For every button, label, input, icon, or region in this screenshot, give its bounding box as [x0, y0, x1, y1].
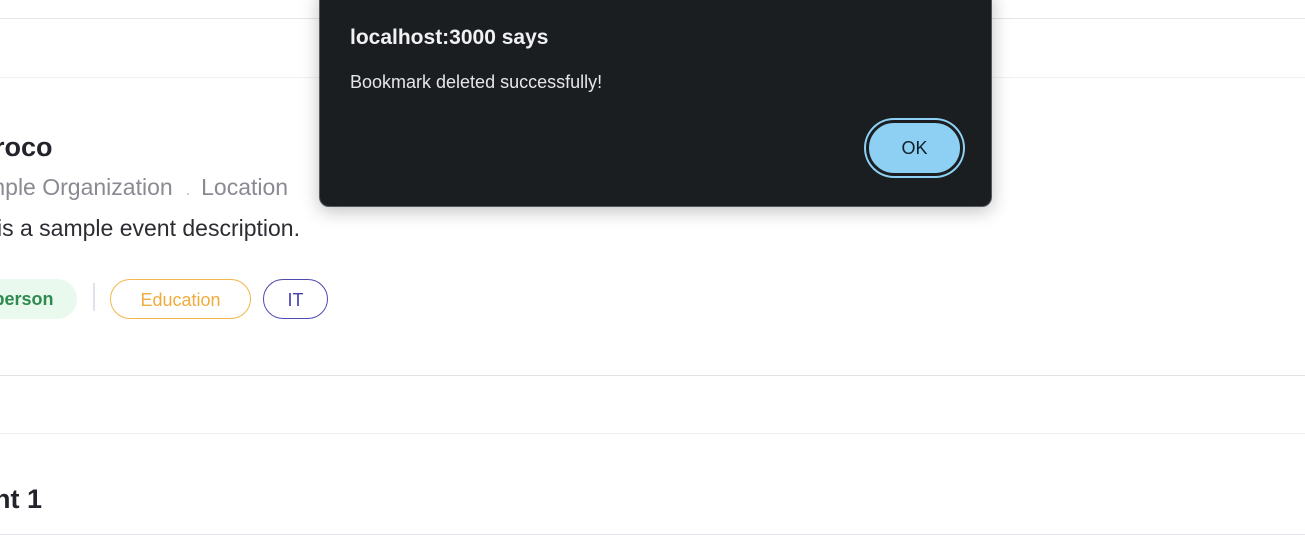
event-organization: mple Organization	[0, 174, 173, 200]
alert-dialog: localhost:3000 says Bookmark deleted suc…	[319, 0, 992, 207]
meta-separator: .	[185, 182, 191, 199]
event-description: is a sample event description.	[0, 215, 300, 241]
alert-message: Bookmark deleted successfully!	[350, 72, 603, 92]
event-card[interactable]: nt 1	[0, 433, 1305, 535]
event-meta: mple Organization. Location	[0, 174, 288, 201]
alert-title: localhost:3000 says	[350, 26, 549, 49]
tag-divider	[93, 283, 95, 311]
tag-education[interactable]: Education	[110, 279, 251, 319]
event-title[interactable]: nt 1	[0, 484, 42, 515]
event-title[interactable]: roco	[0, 132, 53, 163]
tag-in-person[interactable]: person	[0, 279, 77, 319]
ok-button[interactable]: OK	[866, 120, 963, 176]
event-location: Location	[201, 174, 289, 200]
tag-it[interactable]: IT	[263, 279, 328, 319]
